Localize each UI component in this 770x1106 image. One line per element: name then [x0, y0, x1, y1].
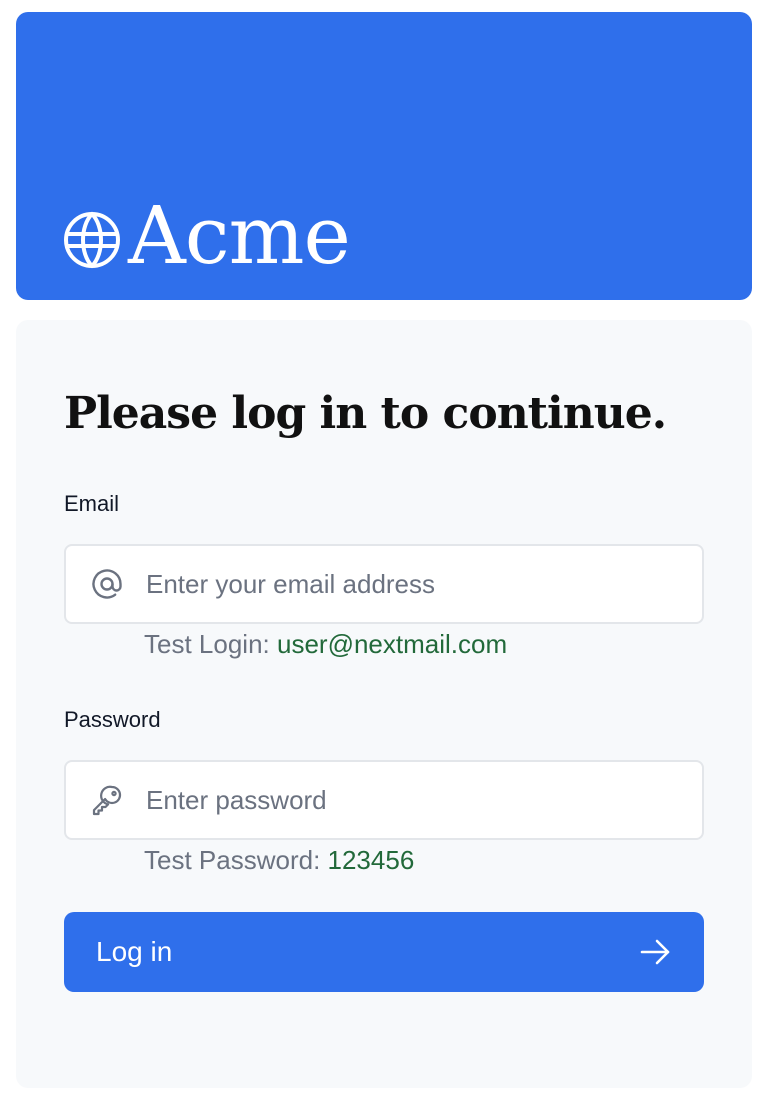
- login-page: Acme Please log in to continue. Email Te…: [0, 0, 770, 1106]
- globe-icon: [64, 212, 120, 268]
- login-button-label: Log in: [96, 936, 173, 967]
- email-field[interactable]: [146, 546, 686, 622]
- password-test-hint: Test Password: 123456: [144, 844, 414, 876]
- password-label: Password: [64, 707, 161, 732]
- password-hint-prefix: Test Password:: [144, 845, 328, 875]
- password-hint-value: 123456: [327, 845, 415, 875]
- email-hint-prefix: Test Login:: [144, 629, 277, 659]
- password-input-box: [64, 760, 704, 840]
- password-field[interactable]: [146, 762, 686, 838]
- brand-banner: Acme: [16, 12, 752, 300]
- brand-name: Acme: [128, 189, 351, 282]
- brand-logo: Acme: [62, 189, 351, 282]
- key-icon: [92, 785, 122, 816]
- login-button[interactable]: Log in: [64, 912, 704, 992]
- login-form: Please log in to continue. Email Test Lo…: [16, 320, 752, 1088]
- at-sign-icon: [92, 569, 122, 599]
- arrow-right-icon: [640, 939, 670, 965]
- page-title: Please log in to continue.: [64, 388, 667, 439]
- email-label: Email: [64, 491, 120, 516]
- email-hint-value: user@nextmail.com: [276, 629, 508, 659]
- email-input-box: [64, 544, 704, 624]
- email-test-hint: Test Login: user@nextmail.com: [144, 628, 507, 660]
